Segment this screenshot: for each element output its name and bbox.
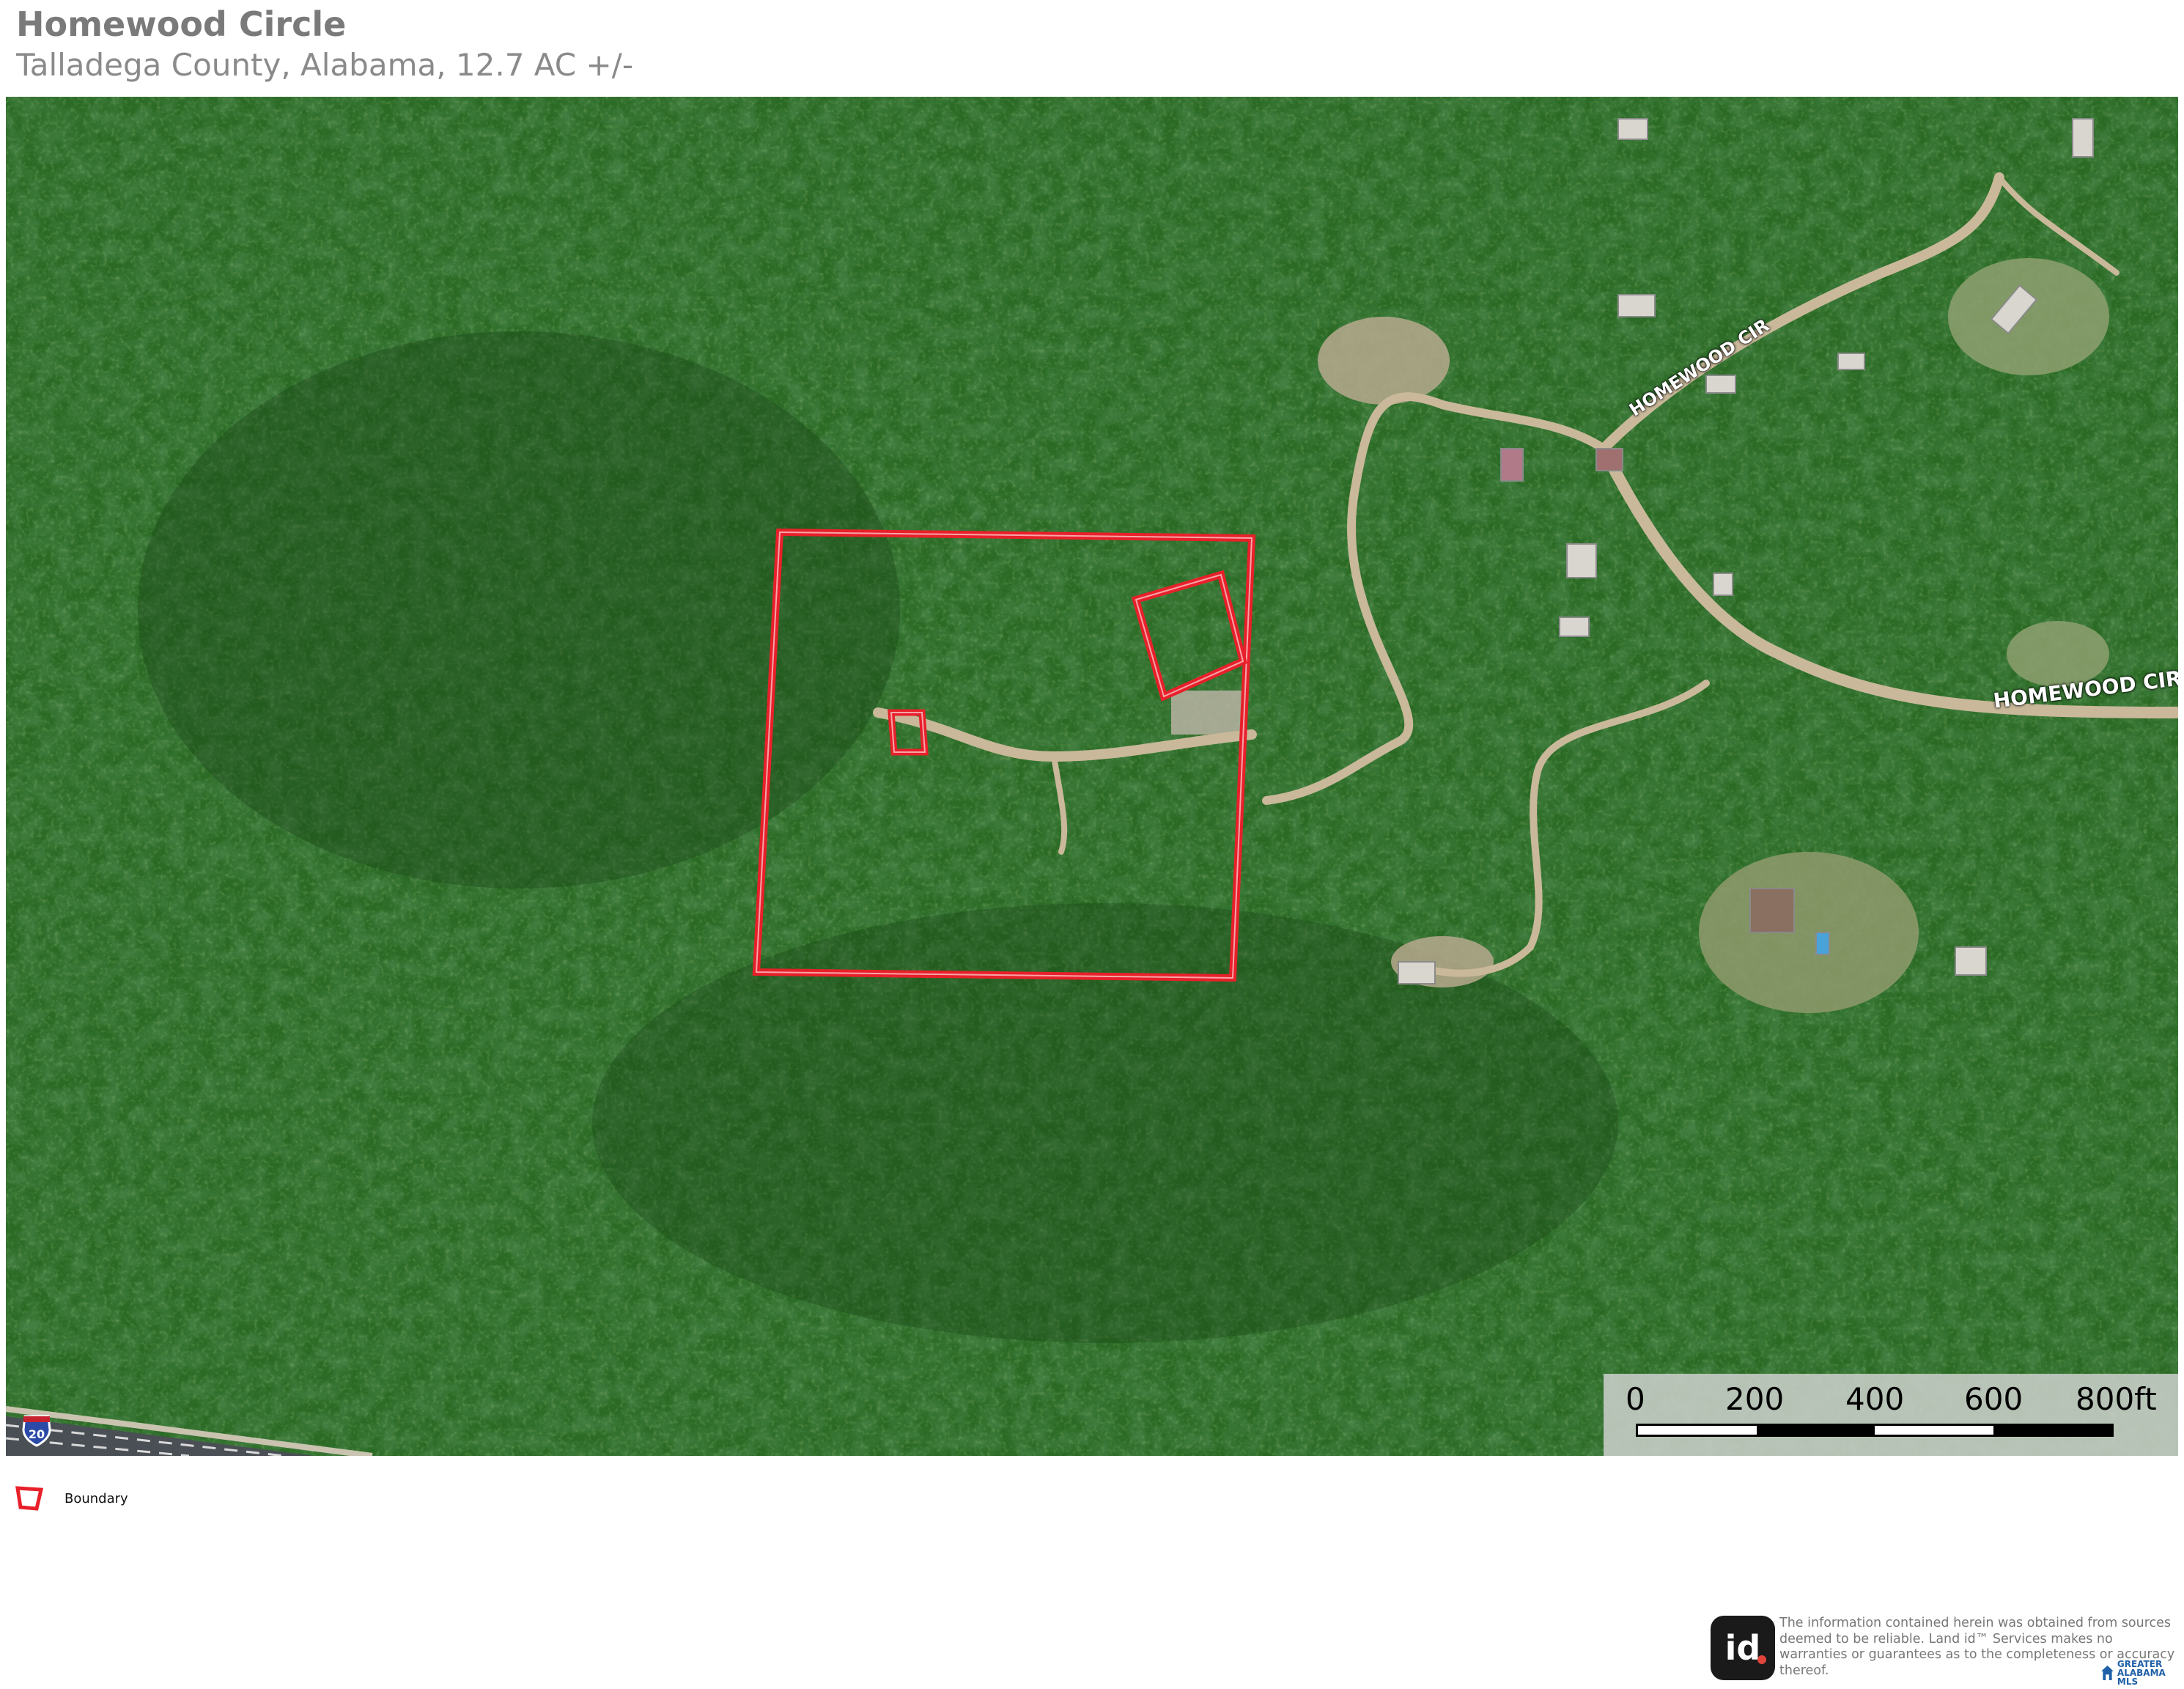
satellite-map[interactable]: 20 HOMEWOOD CIR HOMEWOOD CIR 0 200 400 6… [6,97,2178,1456]
legend-label-boundary: Boundary [64,1490,128,1506]
scale-tick: 200 [1725,1381,1785,1417]
scale-tick: 600 [1964,1381,2023,1417]
svg-text:20: 20 [29,1427,45,1441]
boundary-polygon-icon [15,1486,44,1511]
scale-bar: 0 200 400 600 800ft [1604,1374,2178,1456]
map-legend: Boundary [15,1485,128,1512]
page-subtitle: Talladega County, Alabama, 12.7 AC +/- [16,47,633,83]
scale-tick: 0 [1626,1381,1645,1417]
map-imagery: 20 [6,97,2178,1456]
greater-alabama-mls-logo: GREATER ALABAMA MLS [2100,1658,2184,1688]
scale-tick: 800ft [2076,1381,2157,1417]
land-id-logo: id [1711,1616,1775,1680]
scale-tick: 400 [1845,1381,1905,1417]
scale-bar-graphic [1636,1424,2114,1437]
page-title: Homewood Circle [16,4,347,44]
house-icon [2101,1665,2114,1681]
